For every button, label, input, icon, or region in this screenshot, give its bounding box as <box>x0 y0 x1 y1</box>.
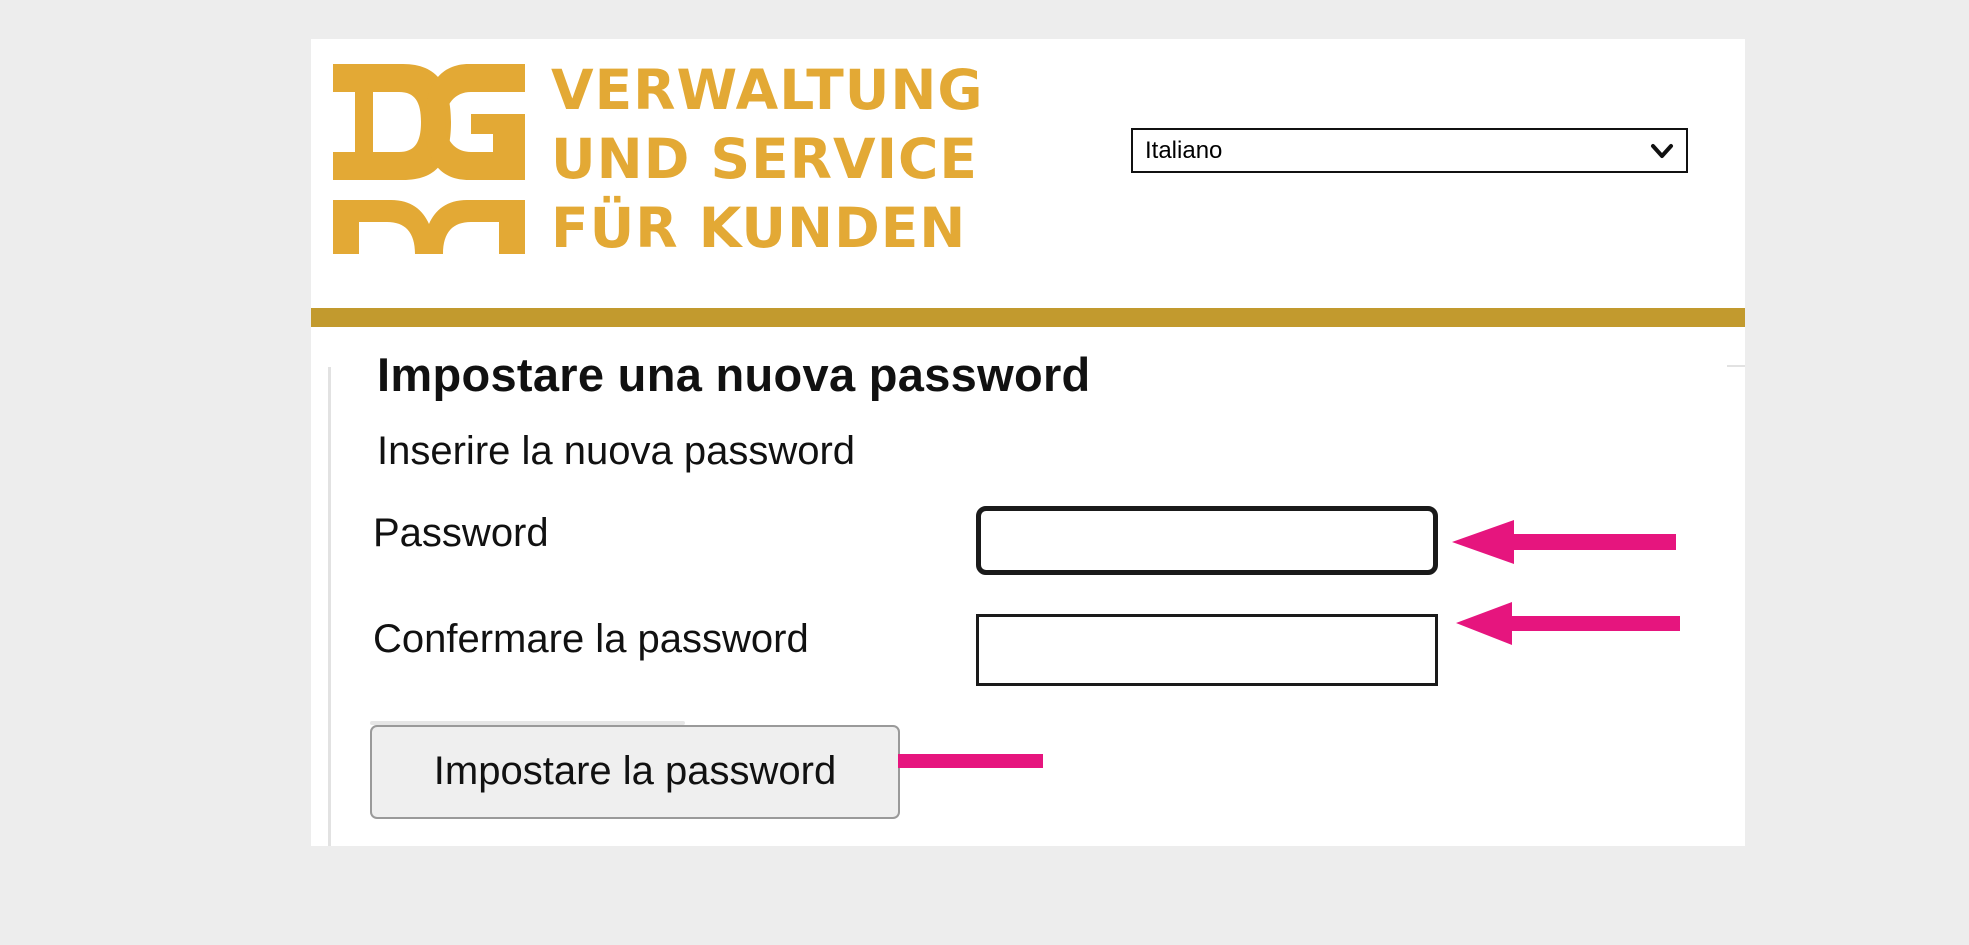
confirm-password-label: Confermare la password <box>373 617 809 661</box>
logo-line-2: UND SERVICE <box>551 127 978 191</box>
confirm-password-field[interactable] <box>976 614 1438 686</box>
page-panel: VERWALTUNG UND SERVICE FÜR KUNDEN Italia… <box>311 39 1745 846</box>
page-title: Impostare una nuova password <box>377 348 1091 401</box>
language-select-value: Italiano <box>1145 137 1223 164</box>
logo-line-3: FÜR KUNDEN <box>551 196 967 260</box>
password-field[interactable] <box>976 506 1438 575</box>
header-divider <box>311 308 1745 327</box>
form-right-border <box>1727 365 1745 367</box>
form-instruction: Inserire la nuova password <box>377 429 856 473</box>
site-header: VERWALTUNG UND SERVICE FÜR KUNDEN Italia… <box>311 39 1745 308</box>
logo-text: VERWALTUNG UND SERVICE FÜR KUNDEN <box>551 56 984 263</box>
dg-monogram-logo-icon <box>333 64 525 254</box>
form-left-border <box>328 367 331 846</box>
password-label: Password <box>373 511 549 555</box>
chevron-down-icon <box>1651 144 1673 158</box>
language-select[interactable]: Italiano <box>1131 128 1688 173</box>
set-password-button[interactable]: Impostare la password <box>370 725 900 819</box>
logo-line-1: VERWALTUNG <box>551 58 984 122</box>
